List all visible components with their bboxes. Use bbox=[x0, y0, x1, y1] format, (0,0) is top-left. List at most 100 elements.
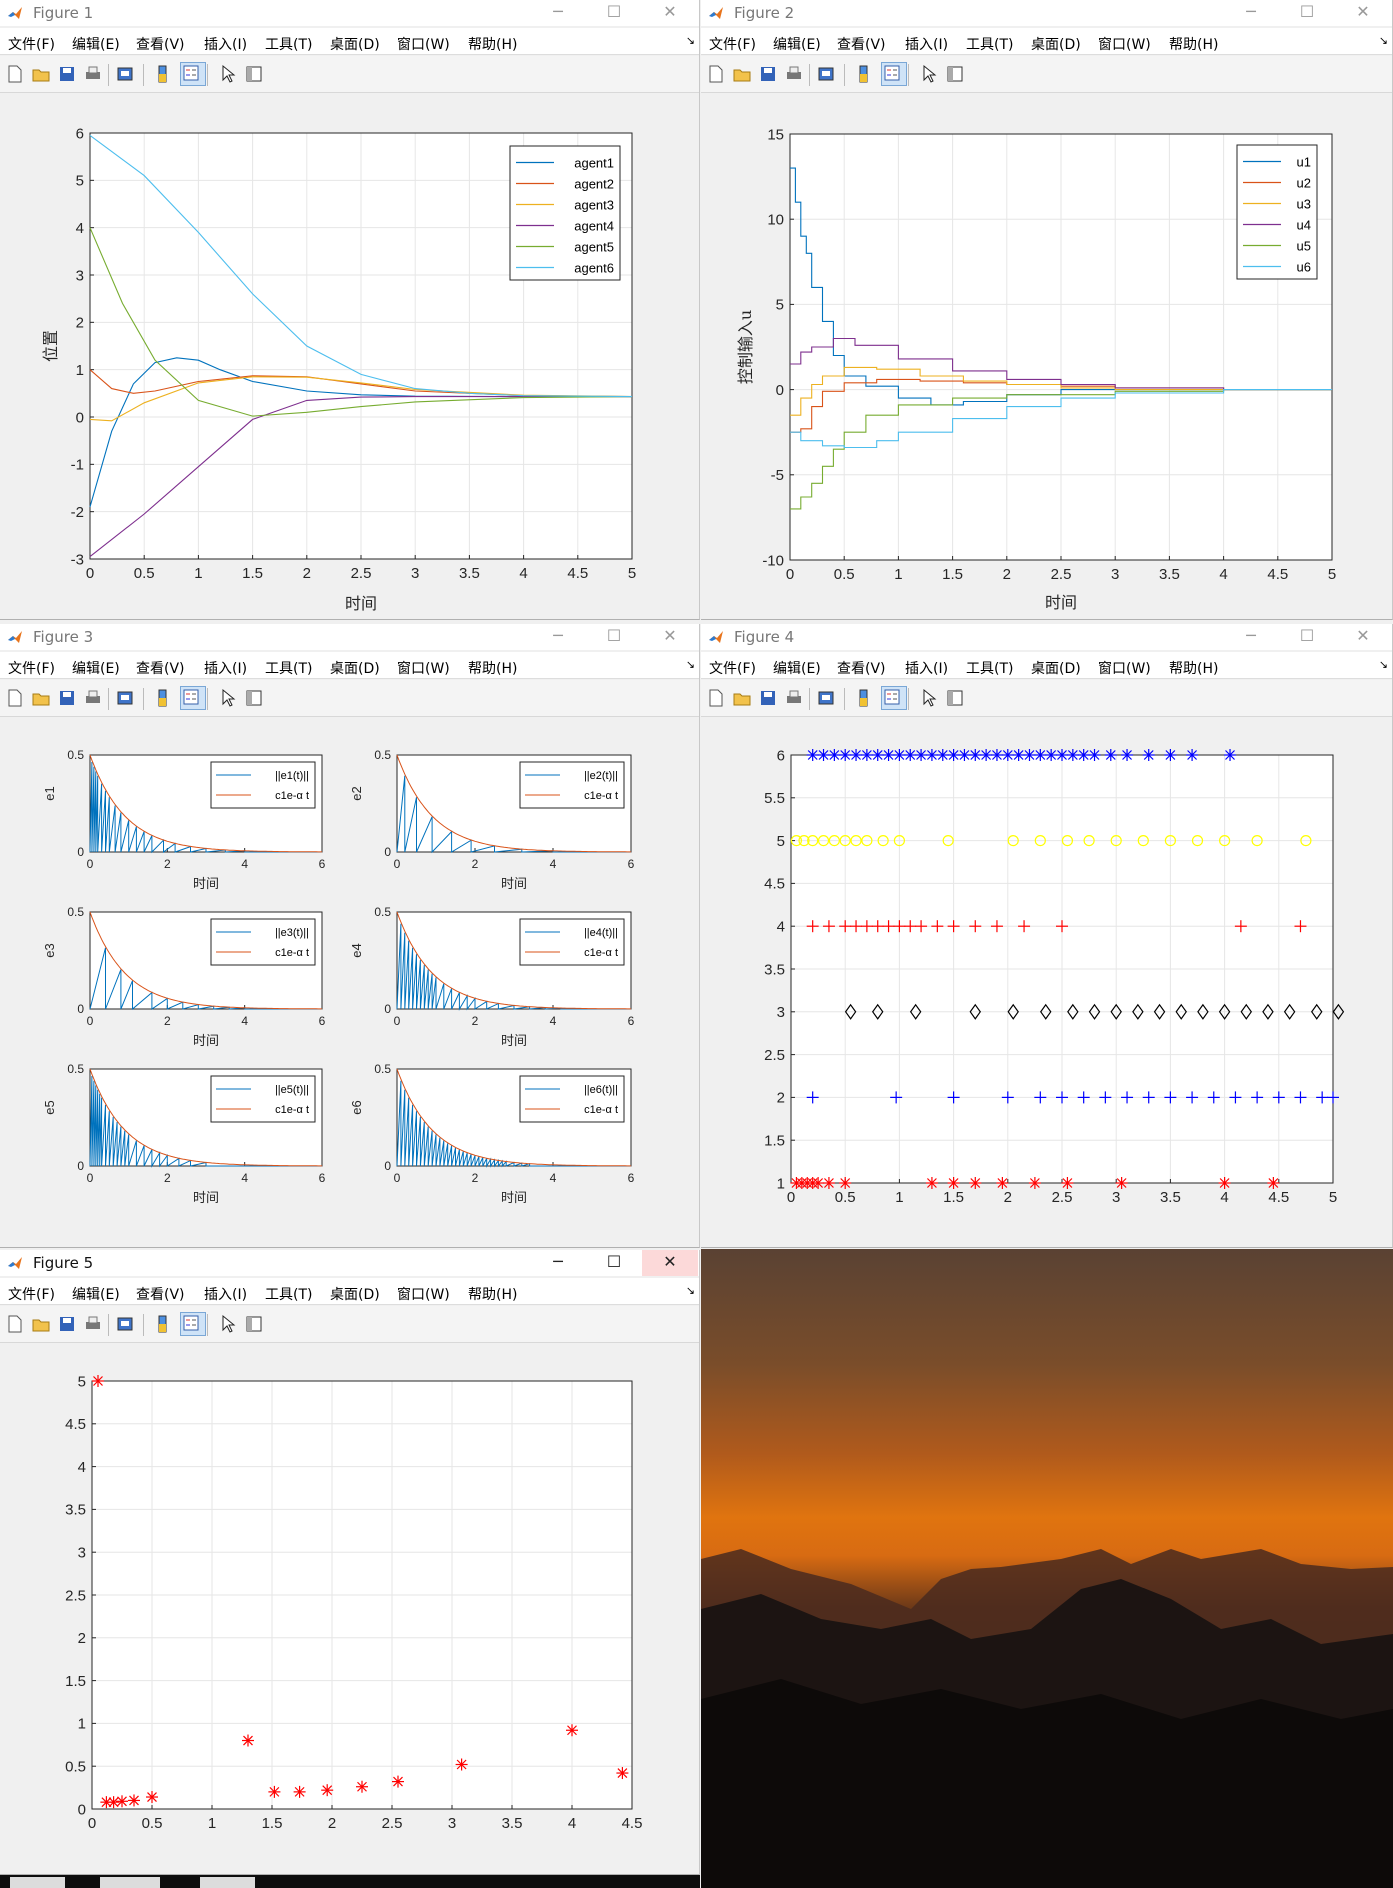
menu-item[interactable]: 查看(V) bbox=[837, 658, 886, 678]
print-icon[interactable] bbox=[83, 688, 103, 708]
legend[interactable]: agent1 agent2 agent3 agent4 agent5 agent6 bbox=[509, 145, 621, 281]
legend[interactable]: ||e1(t)|| c1e-α t bbox=[210, 761, 316, 809]
maximize-button[interactable]: ☐ bbox=[1279, 624, 1335, 650]
legend[interactable]: ||e2(t)|| c1e-α t bbox=[519, 761, 625, 809]
print-preview-icon[interactable] bbox=[115, 1314, 135, 1334]
menu-item[interactable]: 文件(F) bbox=[709, 658, 756, 678]
minimize-button[interactable]: ─ bbox=[1223, 624, 1279, 650]
legend[interactable]: ||e5(t)|| c1e-α t bbox=[210, 1075, 316, 1123]
edit-plot-arrow-icon[interactable] bbox=[218, 688, 238, 708]
menu-overflow-arrow-icon[interactable]: ↘ bbox=[686, 658, 695, 671]
menu-item[interactable]: 查看(V) bbox=[136, 658, 185, 678]
colorbar-icon[interactable] bbox=[853, 64, 873, 84]
open-file-icon[interactable] bbox=[732, 64, 752, 84]
menu-item[interactable]: 桌面(D) bbox=[330, 34, 380, 54]
new-figure-icon[interactable] bbox=[706, 688, 726, 708]
property-inspector-icon[interactable] bbox=[945, 64, 965, 84]
menu-item[interactable]: 插入(I) bbox=[204, 1284, 247, 1304]
save-icon[interactable] bbox=[57, 64, 77, 84]
new-figure-icon[interactable] bbox=[706, 64, 726, 84]
taskbar-thumb-1[interactable] bbox=[10, 1877, 65, 1888]
menu-item[interactable]: 窗口(W) bbox=[397, 1284, 450, 1304]
menu-overflow-arrow-icon[interactable]: ↘ bbox=[686, 1284, 695, 1297]
save-icon[interactable] bbox=[57, 688, 77, 708]
menu-item[interactable]: 帮助(H) bbox=[468, 1284, 517, 1304]
maximize-button[interactable]: ☐ bbox=[1279, 0, 1335, 26]
colorbar-icon[interactable] bbox=[152, 64, 172, 84]
menu-item[interactable]: 帮助(H) bbox=[468, 34, 517, 54]
menu-item[interactable]: 查看(V) bbox=[837, 34, 886, 54]
legend[interactable]: u1 u2 u3 u4 u5 u6 bbox=[1236, 144, 1318, 280]
menu-item[interactable]: 编辑(E) bbox=[72, 1284, 120, 1304]
maximize-button[interactable]: ☐ bbox=[586, 1250, 642, 1276]
menu-item[interactable]: 文件(F) bbox=[8, 658, 55, 678]
menu-item[interactable]: 查看(V) bbox=[136, 1284, 185, 1304]
menu-item[interactable]: 窗口(W) bbox=[1098, 34, 1151, 54]
menu-item[interactable]: 帮助(H) bbox=[1169, 658, 1218, 678]
menu-item[interactable]: 编辑(E) bbox=[72, 658, 120, 678]
menu-item[interactable]: 查看(V) bbox=[136, 34, 185, 54]
print-preview-icon[interactable] bbox=[816, 64, 836, 84]
close-button[interactable]: ✕ bbox=[642, 0, 698, 26]
menu-item[interactable]: 工具(T) bbox=[265, 1284, 312, 1304]
menu-item[interactable]: 插入(I) bbox=[905, 658, 948, 678]
maximize-button[interactable]: ☐ bbox=[586, 0, 642, 26]
close-button[interactable]: ✕ bbox=[1335, 0, 1391, 26]
legend-icon[interactable] bbox=[881, 62, 907, 86]
close-button[interactable]: ✕ bbox=[1335, 624, 1391, 650]
print-preview-icon[interactable] bbox=[816, 688, 836, 708]
minimize-button[interactable]: ─ bbox=[530, 1250, 586, 1276]
menu-item[interactable]: 帮助(H) bbox=[1169, 34, 1218, 54]
menu-item[interactable]: 帮助(H) bbox=[468, 658, 517, 678]
menu-item[interactable]: 插入(I) bbox=[905, 34, 948, 54]
menu-item[interactable]: 窗口(W) bbox=[397, 34, 450, 54]
new-figure-icon[interactable] bbox=[5, 64, 25, 84]
print-icon[interactable] bbox=[83, 1314, 103, 1334]
new-figure-icon[interactable] bbox=[5, 688, 25, 708]
menu-overflow-arrow-icon[interactable]: ↘ bbox=[1379, 34, 1388, 47]
menu-item[interactable]: 桌面(D) bbox=[330, 658, 380, 678]
colorbar-icon[interactable] bbox=[853, 688, 873, 708]
property-inspector-icon[interactable] bbox=[244, 64, 264, 84]
minimize-button[interactable]: ─ bbox=[530, 624, 586, 650]
new-figure-icon[interactable] bbox=[5, 1314, 25, 1334]
close-button[interactable]: ✕ bbox=[642, 1250, 698, 1276]
print-preview-icon[interactable] bbox=[115, 688, 135, 708]
print-icon[interactable] bbox=[83, 64, 103, 84]
menu-item[interactable]: 插入(I) bbox=[204, 658, 247, 678]
taskbar-thumb-3[interactable] bbox=[200, 1877, 255, 1888]
menu-item[interactable]: 桌面(D) bbox=[1031, 34, 1081, 54]
print-preview-icon[interactable] bbox=[115, 64, 135, 84]
menu-item[interactable]: 窗口(W) bbox=[1098, 658, 1151, 678]
menu-item[interactable]: 文件(F) bbox=[8, 1284, 55, 1304]
taskbar-thumb-2[interactable] bbox=[100, 1877, 160, 1888]
menu-item[interactable]: 编辑(E) bbox=[773, 658, 821, 678]
menu-item[interactable]: 文件(F) bbox=[8, 34, 55, 54]
menu-item[interactable]: 工具(T) bbox=[966, 34, 1013, 54]
minimize-button[interactable]: ─ bbox=[530, 0, 586, 26]
open-file-icon[interactable] bbox=[31, 1314, 51, 1334]
maximize-button[interactable]: ☐ bbox=[586, 624, 642, 650]
edit-plot-arrow-icon[interactable] bbox=[218, 1314, 238, 1334]
open-file-icon[interactable] bbox=[31, 64, 51, 84]
colorbar-icon[interactable] bbox=[152, 688, 172, 708]
menu-item[interactable]: 工具(T) bbox=[966, 658, 1013, 678]
menu-overflow-arrow-icon[interactable]: ↘ bbox=[686, 34, 695, 47]
menu-item[interactable]: 文件(F) bbox=[709, 34, 756, 54]
legend-icon[interactable] bbox=[881, 686, 907, 710]
menu-item[interactable]: 工具(T) bbox=[265, 658, 312, 678]
save-icon[interactable] bbox=[758, 64, 778, 84]
close-button[interactable]: ✕ bbox=[642, 624, 698, 650]
legend[interactable]: ||e3(t)|| c1e-α t bbox=[210, 918, 316, 966]
menu-item[interactable]: 桌面(D) bbox=[330, 1284, 380, 1304]
edit-plot-arrow-icon[interactable] bbox=[919, 688, 939, 708]
open-file-icon[interactable] bbox=[31, 688, 51, 708]
edit-plot-arrow-icon[interactable] bbox=[919, 64, 939, 84]
save-icon[interactable] bbox=[758, 688, 778, 708]
print-icon[interactable] bbox=[784, 64, 804, 84]
legend-icon[interactable] bbox=[180, 686, 206, 710]
property-inspector-icon[interactable] bbox=[244, 688, 264, 708]
menu-item[interactable]: 编辑(E) bbox=[773, 34, 821, 54]
print-icon[interactable] bbox=[784, 688, 804, 708]
menu-item[interactable]: 窗口(W) bbox=[397, 658, 450, 678]
